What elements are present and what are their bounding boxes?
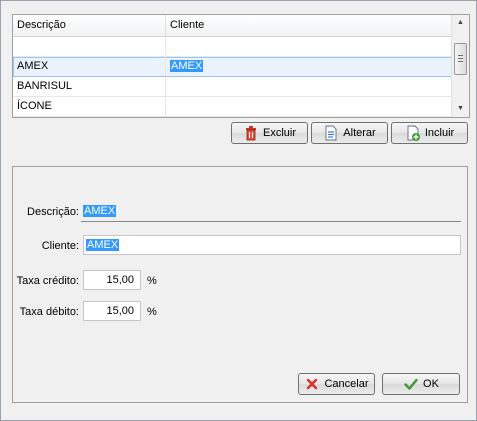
alterar-button[interactable]: Alterar (311, 122, 388, 144)
table-row[interactable] (13, 37, 452, 57)
incluir-button[interactable]: Incluir (391, 122, 468, 144)
grid-body: AMEX AMEX BANRISUL ÍCONE (13, 37, 452, 117)
cell-descricao (13, 37, 166, 56)
vertical-scrollbar[interactable]: ▲ ▼ (451, 15, 469, 117)
checkmark-icon (403, 376, 419, 392)
column-header-cliente[interactable]: Cliente (166, 15, 452, 36)
column-header-descricao[interactable]: Descrição (13, 15, 166, 36)
cell-cliente (166, 37, 452, 56)
table-row[interactable]: ÍCONE (13, 97, 452, 117)
taxa-credito-field[interactable]: 15,00 (83, 270, 141, 290)
cell-descricao: BANRISUL (13, 77, 166, 96)
edit-form-panel: Descrição: AMEX Cliente: AMEX Taxa crédi… (12, 166, 468, 403)
taxa-debito-percent: % (147, 306, 157, 318)
add-document-icon (405, 125, 421, 141)
ok-button[interactable]: OK (382, 373, 460, 395)
scroll-thumb[interactable] (454, 43, 467, 75)
descricao-value: AMEX (83, 205, 117, 217)
scroll-down-arrow-icon[interactable]: ▼ (452, 101, 469, 117)
trash-icon (243, 125, 259, 141)
cancelar-button[interactable]: Cancelar (298, 373, 375, 395)
taxa-credito-label: Taxa crédito: (16, 275, 79, 287)
table-row-selected[interactable]: AMEX AMEX (13, 57, 452, 77)
cell-cliente (166, 77, 452, 96)
descricao-field[interactable]: AMEX (81, 202, 461, 222)
excluir-button[interactable]: Excluir (231, 122, 308, 144)
taxa-debito-field[interactable]: 15,00 (83, 301, 141, 321)
grip-line (458, 58, 463, 59)
cancel-x-icon (304, 376, 320, 392)
cliente-field[interactable]: AMEX (83, 235, 461, 255)
ok-label: OK (423, 378, 439, 390)
cell-descricao: AMEX (13, 57, 166, 76)
data-grid[interactable]: Descrição Cliente AMEX AMEX BANRISUL ÍCO… (12, 14, 470, 118)
cell-descricao: ÍCONE (13, 97, 166, 116)
edit-document-icon (323, 125, 339, 141)
table-row[interactable]: BANRISUL (13, 77, 452, 97)
cell-cliente-selected-text: AMEX (170, 60, 204, 72)
cancelar-label: Cancelar (324, 378, 369, 390)
descricao-label: Descrição: (27, 206, 79, 218)
excluir-label: Excluir (262, 127, 296, 139)
alterar-label: Alterar (343, 127, 376, 139)
dialog-window: Descrição Cliente AMEX AMEX BANRISUL ÍCO… (0, 0, 477, 421)
cell-cliente (166, 97, 452, 116)
taxa-credito-percent: % (147, 275, 157, 287)
cliente-label: Cliente: (41, 240, 79, 252)
taxa-debito-label: Taxa débito: (19, 306, 79, 318)
cliente-value: AMEX (86, 239, 120, 251)
grid-header: Descrição Cliente (13, 15, 452, 37)
scroll-up-arrow-icon[interactable]: ▲ (452, 15, 469, 31)
grip-line (458, 55, 463, 56)
cell-cliente: AMEX (166, 57, 452, 76)
grip-line (458, 61, 463, 62)
incluir-label: Incluir (424, 127, 455, 139)
